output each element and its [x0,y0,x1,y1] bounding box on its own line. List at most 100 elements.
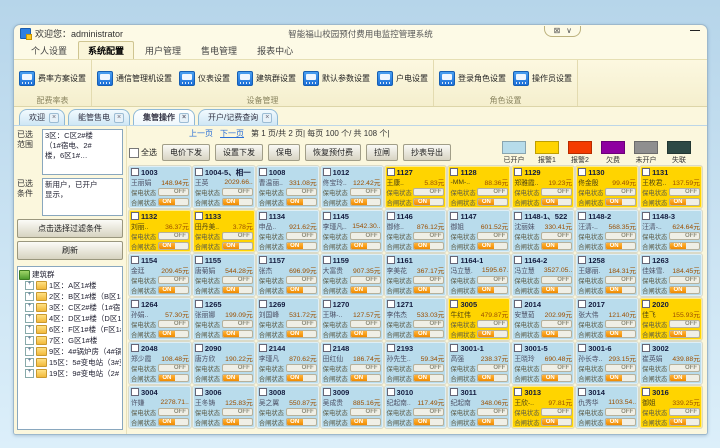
minimize-button[interactable]: — [690,27,700,35]
hezha-toggle[interactable]: ON [158,418,189,426]
baodian-toggle[interactable]: OFF [413,408,444,416]
room-checkbox[interactable] [323,168,331,176]
room-checkbox[interactable] [642,344,650,352]
room-card[interactable]: 3008 吴之翼 550.87元 保电状态 OFF 合闸状态 ON [257,386,319,428]
room-card[interactable]: 2017 张大伟 121.40元 保电状态 OFF 合闸状态 ON [576,298,638,340]
room-card[interactable]: 2048 郑少霞 108.48元 保电状态 OFF 合闸状态 ON [129,342,191,384]
hezha-toggle[interactable]: ON [222,330,253,338]
hezha-toggle[interactable]: ON [605,330,636,338]
room-checkbox[interactable] [131,256,139,264]
baodian-toggle[interactable]: OFF [605,364,636,372]
room-card[interactable]: 1134 申品.. 921.62元 保电状态 OFF 合闸状态 ON [257,210,319,252]
baodian-toggle[interactable]: OFF [669,232,700,240]
tree-expander-icon[interactable]: + [25,336,34,345]
ribbon-button[interactable]: 费率方案设置 [19,71,86,86]
room-card[interactable]: 2014 安慧茹 202.99元 保电状态 OFF 合闸状态 ON [512,298,574,340]
baodian-toggle[interactable]: OFF [477,364,508,372]
hezha-toggle[interactable]: ON [413,330,444,338]
room-checkbox[interactable] [642,212,650,220]
baodian-toggle[interactable]: OFF [669,320,700,328]
room-card[interactable]: 1131 王枚君.. 137.59元 保电状态 OFF 合闸状态 ON [640,166,702,208]
room-checkbox[interactable] [387,212,395,220]
baodian-toggle[interactable]: OFF [413,232,444,240]
room-card[interactable]: 1148-1、522 沈丽妹 330.41元 保电状态 OFF 合闸状态 ON [512,210,574,252]
baodian-toggle[interactable]: OFF [477,408,508,416]
room-card[interactable]: 3005 牛红伟 479.87元 保电状态 OFF 合闸状态 ON [448,298,510,340]
baodian-toggle[interactable]: OFF [350,232,381,240]
hezha-toggle[interactable]: ON [669,418,700,426]
tree-item[interactable]: + 1区：A区1#楼 [19,280,121,291]
baodian-toggle[interactable]: OFF [286,320,317,328]
room-card[interactable]: 1128 -MM-.. 88.36元 保电状态 OFF 合闸状态 ON [448,166,510,208]
choose-filter-button[interactable]: 点击选择过滤条件 [17,219,123,238]
room-card[interactable]: 2090 唐方欣 190.22元 保电状态 OFF 合闸状态 ON [193,342,255,384]
document-tab[interactable]: 集管操作 × [133,109,195,125]
baodian-toggle[interactable]: OFF [158,364,189,372]
hezha-toggle[interactable]: ON [669,330,700,338]
ribbon-button[interactable]: 建筑群设置 [237,71,296,86]
room-card[interactable]: 3009 吴成贵 885.16元 保电状态 OFF 合闸状态 ON [321,386,383,428]
hezha-toggle[interactable]: ON [541,330,572,338]
room-checkbox[interactable] [450,168,458,176]
room-card[interactable]: 1130 佟金殷 99.49元 保电状态 OFF 合闸状态 ON [576,166,638,208]
ribbon-button[interactable]: 通信管理机设置 [97,71,172,86]
room-card[interactable]: 1154 金廷 209.45元 保电状态 OFF 合闸状态 ON [129,254,191,296]
room-checkbox[interactable] [514,388,522,396]
hezha-toggle[interactable]: ON [605,286,636,294]
baodian-toggle[interactable]: OFF [350,408,381,416]
baodian-toggle[interactable]: OFF [222,364,253,372]
baodian-toggle[interactable]: OFF [605,408,636,416]
hezha-toggle[interactable]: ON [222,286,253,294]
room-checkbox[interactable] [642,388,650,396]
room-card[interactable]: 2148 田红仙 186.74元 保电状态 OFF 合闸状态 ON [321,342,383,384]
hezha-toggle[interactable]: ON [541,286,572,294]
ribbon-tab[interactable]: 系统配置 [78,41,134,59]
select-all-checkbox[interactable] [129,148,139,158]
baodian-toggle[interactable]: OFF [222,276,253,284]
room-card[interactable]: 1132 刘丽.. 36.37元 保电状态 OFF 合闸状态 ON [129,210,191,252]
room-card[interactable]: 1129 郑雅霞.. 19.23元 保电状态 OFF 合闸状态 ON [512,166,574,208]
select-all[interactable]: 全选 [129,147,157,158]
baodian-toggle[interactable]: OFF [669,408,700,416]
tree-item[interactable]: + 6区：F区1#楼（F区1# [19,324,121,335]
room-checkbox[interactable] [642,256,650,264]
baodian-toggle[interactable]: OFF [286,364,317,372]
next-page-link[interactable]: 下一页 [220,128,244,139]
baodian-toggle[interactable]: OFF [605,232,636,240]
baodian-toggle[interactable]: OFF [541,320,572,328]
hezha-toggle[interactable]: ON [350,374,381,382]
hezha-toggle[interactable]: ON [286,374,317,382]
hezha-toggle[interactable]: ON [222,374,253,382]
baodian-toggle[interactable]: OFF [413,276,444,284]
room-card[interactable]: 1008 曹温丽.. 331.08元 保电状态 OFF 合闸状态 ON [257,166,319,208]
room-checkbox[interactable] [259,388,267,396]
baodian-toggle[interactable]: OFF [286,232,317,240]
hezha-toggle[interactable]: ON [605,418,636,426]
hezha-toggle[interactable]: ON [669,286,700,294]
tree-expander-icon[interactable]: + [25,292,34,301]
room-card[interactable]: 3001-1 高强 238.37元 保电状态 OFF 合闸状态 ON [448,342,510,384]
room-card[interactable]: 1155 唐菊娟 544.28元 保电状态 OFF 合闸状态 ON [193,254,255,296]
baodian-toggle[interactable]: OFF [286,408,317,416]
hezha-toggle[interactable]: ON [158,198,189,206]
baodian-toggle[interactable]: OFF [669,276,700,284]
room-checkbox[interactable] [387,344,395,352]
baodian-toggle[interactable]: OFF [222,188,253,196]
baodian-toggle[interactable]: OFF [541,408,572,416]
baodian-toggle[interactable]: OFF [477,188,508,196]
hezha-toggle[interactable]: ON [605,242,636,250]
room-checkbox[interactable] [195,168,203,176]
room-checkbox[interactable] [514,344,522,352]
tree-expander-icon[interactable]: + [25,369,34,378]
room-card[interactable]: 1127 王康.. 5.83元 保电状态 OFF 合闸状态 ON [385,166,447,208]
baodian-toggle[interactable]: OFF [605,320,636,328]
baodian-toggle[interactable]: OFF [350,320,381,328]
baodian-toggle[interactable]: OFF [541,188,572,196]
hezha-toggle[interactable]: ON [222,242,253,250]
hezha-toggle[interactable]: ON [605,374,636,382]
hezha-toggle[interactable]: ON [669,242,700,250]
hezha-toggle[interactable]: ON [605,198,636,206]
ribbon-button[interactable]: 默认参数设置 [303,71,370,86]
room-checkbox[interactable] [578,212,586,220]
room-checkbox[interactable] [387,168,395,176]
